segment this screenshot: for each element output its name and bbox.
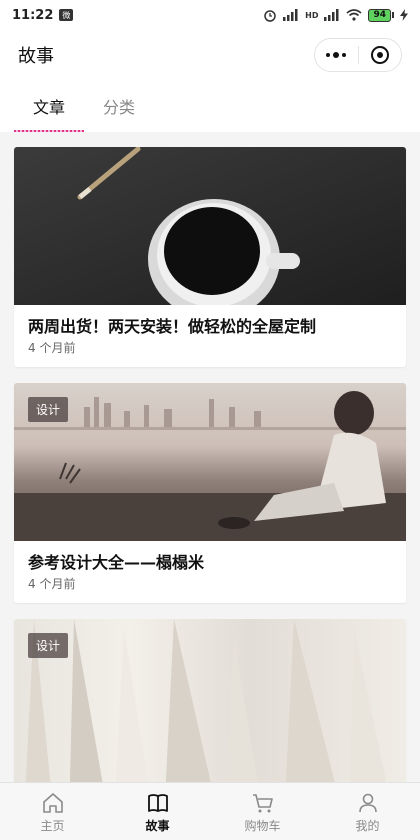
article-time: 4 个月前 xyxy=(28,577,76,591)
target-icon xyxy=(370,46,389,64)
tab-label: 故事 xyxy=(145,819,170,833)
more-icon xyxy=(326,52,347,58)
status-bar: 11:22 微 HD 94 xyxy=(0,0,420,30)
tab-label: 主页 xyxy=(40,819,65,833)
article-image-seaside: 设计 xyxy=(14,383,406,541)
article-card[interactable]: 设计 xyxy=(14,619,406,782)
mini-program-capsule xyxy=(314,38,402,72)
category-tag: 设计 xyxy=(28,397,69,422)
signal-icon-secondary xyxy=(324,9,339,21)
article-card[interactable]: 设计 参考设计大全——榻榻米 4 个月前 xyxy=(14,383,406,603)
notification-icon: 微 xyxy=(59,9,74,21)
more-button[interactable] xyxy=(315,39,358,71)
home-icon xyxy=(42,793,63,813)
article-title: 参考设计大全——榻榻米 xyxy=(28,553,205,572)
network-type-label: HD xyxy=(305,10,319,20)
tab-profile[interactable]: 我的 xyxy=(315,783,420,840)
alarm-icon xyxy=(264,10,276,22)
status-time: 11:22 xyxy=(12,7,54,23)
article-time: 4 个月前 xyxy=(28,341,76,355)
tab-label: 我的 xyxy=(355,819,380,833)
navigation-bar: 故事 xyxy=(0,30,420,80)
article-image-coffee xyxy=(14,147,406,305)
category-tabs: 文章 分类 xyxy=(0,80,420,132)
bottom-tab-bar: 主页 故事 购物车 我的 xyxy=(0,782,420,840)
article-list: 两周出货！两天安装！做轻松的全屋定制 4 个月前 设计 参考设计大全——榻榻米 … xyxy=(0,132,420,782)
close-program-button[interactable] xyxy=(359,39,402,71)
signal-icon xyxy=(283,9,298,21)
page-title: 故事 xyxy=(18,46,54,67)
article-image-fabric: 设计 xyxy=(14,619,406,782)
tab-label: 购物车 xyxy=(244,819,281,833)
user-icon xyxy=(358,793,377,813)
status-indicators: HD 94 xyxy=(263,8,408,22)
tab-categories[interactable]: 分类 xyxy=(84,80,154,132)
article-title: 两周出货！两天安装！做轻松的全屋定制 xyxy=(28,317,317,336)
tab-story[interactable]: 故事 xyxy=(105,783,210,840)
wifi-icon xyxy=(346,9,362,21)
category-tag: 设计 xyxy=(28,633,69,658)
cart-icon xyxy=(252,794,273,813)
tab-home[interactable]: 主页 xyxy=(0,783,105,840)
battery-indicator: 94 xyxy=(368,8,391,22)
article-card[interactable]: 两周出货！两天安装！做轻松的全屋定制 4 个月前 xyxy=(14,147,406,367)
tab-articles[interactable]: 文章 xyxy=(14,80,84,132)
tab-cart[interactable]: 购物车 xyxy=(210,783,315,840)
book-icon xyxy=(147,794,168,812)
charging-icon xyxy=(400,9,408,21)
